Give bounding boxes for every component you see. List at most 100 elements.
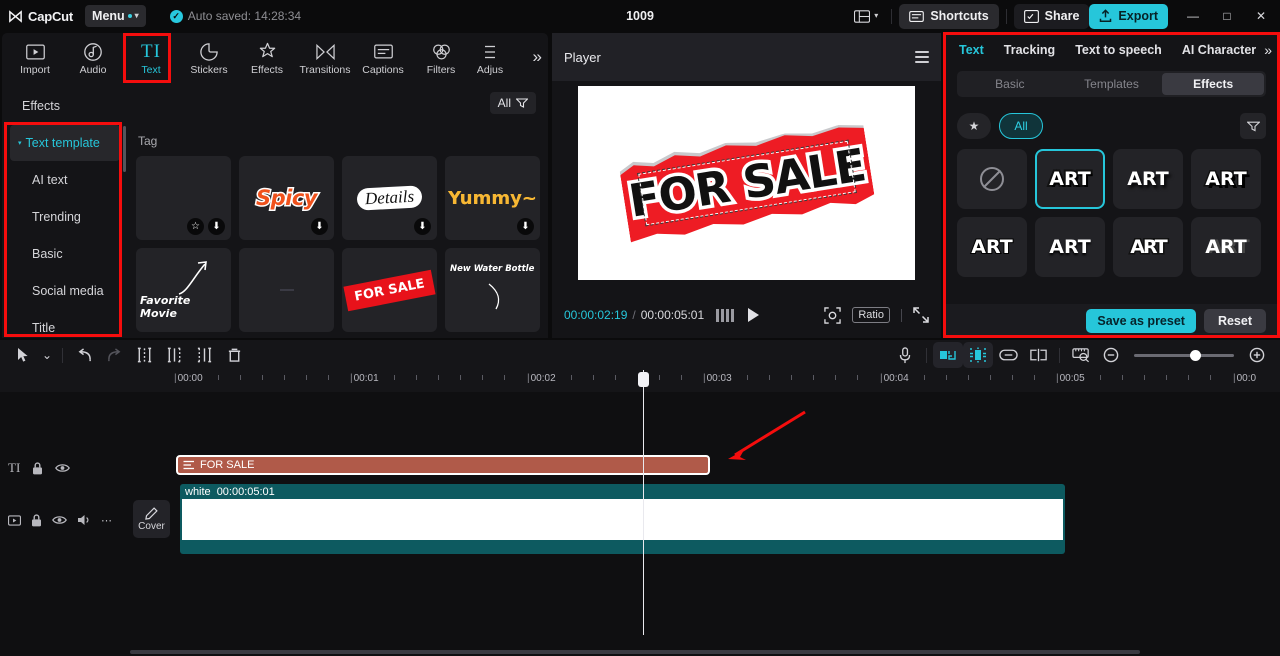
export-button[interactable]: Export — [1089, 3, 1168, 29]
tab-ai-character[interactable]: AI Character — [1182, 43, 1256, 57]
template-item[interactable]: Yummy~ ⬇ — [445, 156, 540, 240]
tool-import[interactable]: Import — [6, 34, 64, 83]
sidebar-item-basic[interactable]: Basic — [10, 236, 120, 272]
tab-text-to-speech[interactable]: Text to speech — [1075, 43, 1162, 57]
sidebar-item-ai-text[interactable]: AI text — [10, 162, 120, 198]
effect-item[interactable]: ART — [1035, 149, 1105, 209]
magnet-icon[interactable] — [963, 342, 993, 368]
segment-basic[interactable]: Basic — [959, 73, 1061, 95]
undo-icon[interactable] — [69, 342, 99, 368]
maximize-button[interactable]: □ — [1210, 0, 1244, 32]
timeline-text-clip[interactable]: FOR SALE — [176, 455, 710, 475]
favorites-icon[interactable]: ★ — [957, 113, 991, 139]
frames-icon[interactable] — [716, 308, 735, 322]
zoom-slider[interactable] — [1134, 349, 1234, 361]
minimize-button[interactable]: — — [1176, 0, 1210, 32]
play-icon[interactable] — [748, 308, 760, 322]
save-as-preset-button[interactable]: Save as preset — [1086, 309, 1196, 333]
tool-stickers[interactable]: Stickers — [180, 34, 238, 83]
reset-button[interactable]: Reset — [1203, 309, 1266, 333]
close-button[interactable]: ✕ — [1244, 0, 1278, 32]
text-track-header: TI — [0, 455, 130, 481]
download-icon[interactable]: ⬇ — [208, 218, 225, 235]
filter-icon[interactable] — [1240, 113, 1266, 139]
tool-label: Filters — [426, 63, 456, 76]
fullscreen-icon[interactable] — [913, 307, 929, 323]
microphone-icon[interactable] — [890, 342, 920, 368]
timeline-horizontal-scrollbar[interactable] — [130, 650, 1140, 654]
snap-icon[interactable] — [933, 342, 963, 368]
cursor-dropdown-icon[interactable]: ⌄ — [38, 342, 56, 368]
lock-icon[interactable] — [31, 513, 42, 527]
effect-item[interactable]: ART — [1191, 149, 1261, 209]
link-icon[interactable] — [993, 342, 1023, 368]
download-icon[interactable]: ⬇ — [311, 218, 328, 235]
segment-templates[interactable]: Templates — [1061, 73, 1163, 95]
download-icon[interactable]: ⬇ — [414, 218, 431, 235]
menu-button[interactable]: Menu ▾ — [85, 5, 146, 27]
playhead-handle[interactable] — [638, 372, 649, 387]
trim-left-icon[interactable] — [159, 342, 189, 368]
zoom-slider-handle[interactable] — [1190, 349, 1201, 361]
effect-item[interactable]: ART — [1113, 217, 1183, 277]
template-item[interactable]: FOR SALE — [342, 248, 437, 332]
more-icon[interactable]: ⋯ — [101, 514, 113, 527]
delete-icon[interactable] — [219, 342, 249, 368]
volume-icon[interactable] — [77, 514, 91, 526]
hamburger-icon[interactable] — [915, 51, 929, 63]
template-item[interactable]: ☆ ⬇ — [136, 156, 231, 240]
share-button[interactable]: Share — [1013, 3, 1090, 29]
segment-effects[interactable]: Effects — [1162, 73, 1265, 95]
sidebar-scrollbar[interactable] — [123, 126, 126, 172]
player-canvas[interactable]: FOR SALE — [578, 86, 915, 280]
template-item[interactable] — [239, 248, 334, 332]
cover-button[interactable]: Cover — [133, 500, 170, 538]
favorite-icon[interactable]: ☆ — [187, 218, 204, 235]
effects-all-chip[interactable]: All — [999, 113, 1043, 139]
preview-ruler-icon[interactable] — [1066, 342, 1096, 368]
sidebar-item-trending[interactable]: Trending — [10, 199, 120, 235]
zoom-out-icon[interactable] — [1096, 342, 1126, 368]
redo-icon[interactable] — [99, 342, 129, 368]
sidebar-item-text-template[interactable]: ▾ Text template — [10, 125, 120, 161]
chevron-down-icon: ▾ — [134, 11, 139, 20]
tool-filters[interactable]: Filters — [412, 34, 470, 83]
timeline-video-clip[interactable]: white 00:00:05:01 — [180, 484, 1065, 554]
effect-item-none[interactable] — [957, 149, 1027, 209]
template-filter-button[interactable]: All — [489, 92, 536, 114]
trim-right-icon[interactable] — [189, 342, 219, 368]
tabs-overflow-button[interactable]: » — [1264, 42, 1272, 58]
tool-adjust[interactable]: Adjus — [470, 34, 510, 83]
tool-effects[interactable]: Effects — [238, 34, 296, 83]
template-item[interactable]: New Water Bottle — [445, 248, 540, 332]
sidebar-item-social-media[interactable]: Social media — [10, 273, 120, 309]
unlink-icon[interactable] — [1023, 342, 1053, 368]
effect-item[interactable]: ART — [957, 217, 1027, 277]
shortcuts-button[interactable]: Shortcuts — [899, 3, 999, 29]
layout-button[interactable]: ▾ — [848, 7, 884, 26]
tool-transitions[interactable]: Transitions — [296, 34, 354, 83]
template-item[interactable]: Details ⬇ — [342, 156, 437, 240]
tool-captions[interactable]: Captions — [354, 34, 412, 83]
tab-text[interactable]: Text — [959, 43, 984, 57]
split-icon[interactable] — [129, 342, 159, 368]
expand-toolbar-button[interactable]: » — [533, 47, 542, 67]
tool-audio[interactable]: Audio — [64, 34, 122, 83]
template-item[interactable]: Favorite Movie — [136, 248, 231, 332]
eye-icon[interactable] — [52, 515, 67, 525]
crop-icon[interactable] — [824, 306, 842, 324]
eye-icon[interactable] — [55, 463, 71, 473]
cursor-icon[interactable] — [8, 342, 38, 368]
lock-icon[interactable] — [32, 461, 43, 475]
tab-tracking[interactable]: Tracking — [1004, 43, 1055, 57]
tool-text[interactable]: TI Text — [122, 34, 180, 83]
effect-item[interactable]: ART — [1113, 149, 1183, 209]
sidebar-item-effects[interactable]: Effects — [10, 88, 120, 124]
effect-item[interactable]: ART — [1191, 217, 1261, 277]
template-item[interactable]: Spicy ⬇ — [239, 156, 334, 240]
effect-item[interactable]: ART — [1035, 217, 1105, 277]
ratio-button[interactable]: Ratio — [852, 307, 890, 323]
zoom-in-icon[interactable] — [1242, 342, 1272, 368]
download-icon[interactable]: ⬇ — [517, 218, 534, 235]
playhead[interactable] — [638, 370, 649, 635]
